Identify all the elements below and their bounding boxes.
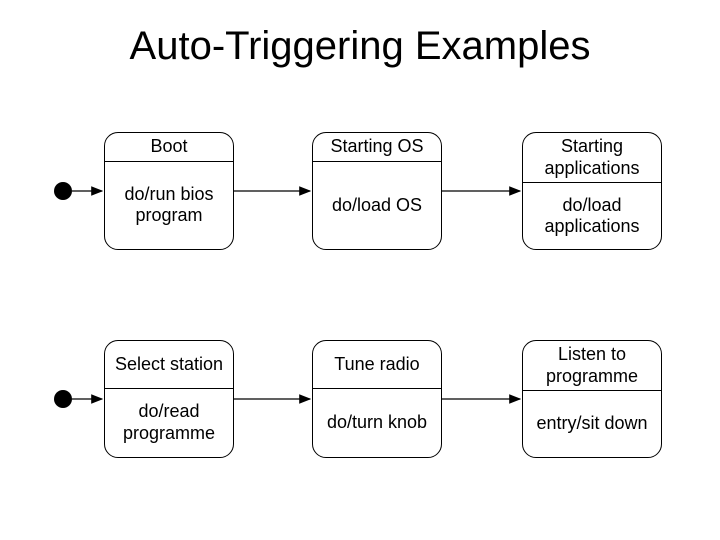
state-starting-apps-action: do/load applications xyxy=(523,183,661,249)
start-node-2 xyxy=(54,390,72,408)
arrow-select-to-tune xyxy=(234,398,312,400)
state-tune-radio: Tune radio do/turn knob xyxy=(312,340,442,458)
state-select-station: Select station do/read programme xyxy=(104,340,234,458)
state-tune-radio-action: do/turn knob xyxy=(313,389,441,457)
state-starting-os: Starting OS do/load OS xyxy=(312,132,442,250)
arrow-boot-to-startingos xyxy=(234,190,312,192)
state-listen-programme-name: Listen to programme xyxy=(523,341,661,391)
state-starting-os-name: Starting OS xyxy=(313,133,441,162)
state-listen-programme: Listen to programme entry/sit down xyxy=(522,340,662,458)
state-starting-apps: Starting applications do/load applicatio… xyxy=(522,132,662,250)
state-listen-programme-action: entry/sit down xyxy=(523,391,661,457)
state-starting-os-action: do/load OS xyxy=(313,162,441,249)
state-select-station-name: Select station xyxy=(105,341,233,389)
state-select-station-action: do/read programme xyxy=(105,389,233,457)
arrow-start1-to-boot xyxy=(72,190,104,192)
arrow-tune-to-listen xyxy=(442,398,522,400)
state-starting-apps-name: Starting applications xyxy=(523,133,661,183)
state-boot: Boot do/run bios program xyxy=(104,132,234,250)
state-tune-radio-name: Tune radio xyxy=(313,341,441,389)
start-node-1 xyxy=(54,182,72,200)
arrow-startingos-to-startingapps xyxy=(442,190,522,192)
state-boot-name: Boot xyxy=(105,133,233,162)
arrow-start2-to-select xyxy=(72,398,104,400)
state-boot-action: do/run bios program xyxy=(105,162,233,249)
page-title: Auto-Triggering Examples xyxy=(0,24,720,69)
